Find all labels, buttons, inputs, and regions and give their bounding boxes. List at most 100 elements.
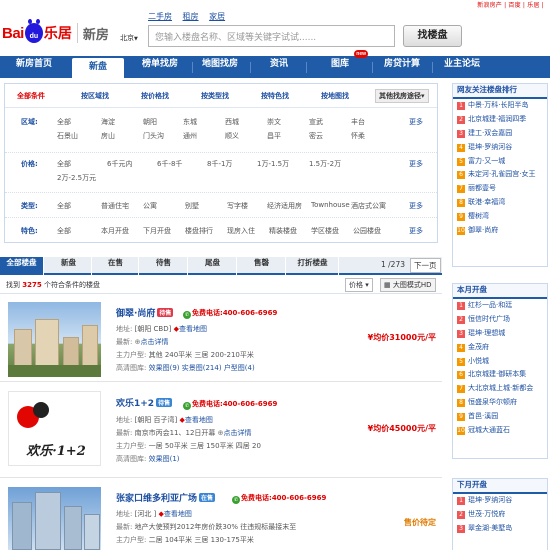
opening-link[interactable]: 北京城建·御研本集 xyxy=(468,370,526,378)
link-zufang[interactable]: 租房 xyxy=(183,12,199,21)
tab-pending[interactable]: 待售 xyxy=(140,257,188,275)
price-option[interactable]: 2万-2.5万元 xyxy=(57,173,96,183)
filter-tab-other[interactable]: 其他找房途径▾ xyxy=(375,89,429,103)
opening-item[interactable]: 7 大北京城上城·新都会 xyxy=(453,382,547,396)
listing-photo[interactable] xyxy=(8,487,101,550)
price-option[interactable]: 1万-1.5万 xyxy=(257,159,289,169)
opening-link[interactable]: 首邑·溪园 xyxy=(468,412,498,420)
nav-new-projects[interactable]: 新盘 xyxy=(72,58,124,78)
feature-option[interactable]: 全部 xyxy=(57,226,71,236)
opening-link[interactable]: 恒信时代广场 xyxy=(468,315,510,323)
type-option[interactable]: Townhouse xyxy=(311,201,350,209)
opening-link[interactable]: 红杉一品·和廷 xyxy=(468,301,512,309)
ranking-link[interactable]: 未定河·孔雀园宫·女王 xyxy=(468,170,535,178)
detail-link[interactable]: 点击详情 xyxy=(224,429,252,437)
feature-option[interactable]: 下月开盘 xyxy=(143,226,171,236)
region-option[interactable]: 通州 xyxy=(183,131,197,141)
view-map-link[interactable]: 查看地图 xyxy=(185,416,213,424)
listing-name[interactable]: 御翠·尚府 待售 xyxy=(116,306,174,319)
region-option[interactable]: 门头沟 xyxy=(143,131,164,141)
feature-option[interactable]: 本月开盘 xyxy=(101,226,129,236)
opening-link[interactable]: 翠金湖·美墅岛 xyxy=(468,524,512,532)
pics-link[interactable]: 户型图(4) xyxy=(224,364,255,372)
price-option[interactable]: 1.5万-2万 xyxy=(309,159,341,169)
type-option[interactable]: 别墅 xyxy=(185,201,199,211)
opening-item[interactable]: 9 首邑·溪园 xyxy=(453,410,547,424)
type-option[interactable]: 经济适用房 xyxy=(267,201,302,211)
region-option[interactable]: 房山 xyxy=(101,131,115,141)
search-input[interactable]: 您输入楼盘名称、区域等关键字试试...... xyxy=(148,25,395,47)
tab-new[interactable]: 新盘 xyxy=(46,257,92,275)
view-map-link[interactable]: 查看地图 xyxy=(179,325,207,333)
top-links[interactable]: 新浪房产 | 百度 | 乐居 | xyxy=(477,0,544,9)
feature-more-link[interactable]: 更多 xyxy=(409,226,423,236)
feature-option[interactable]: 公园楼盘 xyxy=(353,226,381,236)
price-option[interactable]: 全部 xyxy=(57,159,71,169)
region-option[interactable]: 石景山 xyxy=(57,131,78,141)
opening-link[interactable]: 恒盛泉华尔顿府 xyxy=(468,398,517,406)
ranking-item[interactable]: 10 御翠·尚府 xyxy=(453,224,547,238)
feature-option[interactable]: 学区楼盘 xyxy=(311,226,339,236)
tab-last-units[interactable]: 尾盘 xyxy=(189,257,237,275)
type-option[interactable]: 写字楼 xyxy=(227,201,248,211)
ranking-link[interactable]: 樱树湾 xyxy=(468,212,489,220)
region-option[interactable]: 昌平 xyxy=(267,131,281,141)
tab-on-sale[interactable]: 在售 xyxy=(93,257,139,275)
ranking-item[interactable]: 5 富力·又一城 xyxy=(453,155,547,169)
type-option[interactable]: 普通住宅 xyxy=(101,201,129,211)
region-option[interactable]: 怀柔 xyxy=(351,131,365,141)
feature-option[interactable]: 楼盘排行 xyxy=(185,226,213,236)
tab-all-projects[interactable]: 全部楼盘 xyxy=(0,257,44,275)
opening-item[interactable]: 2 恒信时代广场 xyxy=(453,313,547,327)
ranking-link[interactable]: 丽都壹号 xyxy=(468,184,496,192)
region-option[interactable]: 密云 xyxy=(309,131,323,141)
view-mode-toggle[interactable]: ▦ 大图模式HD xyxy=(380,278,436,292)
opening-item[interactable]: 4 金茂府 xyxy=(453,341,547,355)
opening-item[interactable]: 2 世茂·万悦府 xyxy=(453,508,547,522)
search-button[interactable]: 找楼盘 xyxy=(403,25,462,47)
ranking-item[interactable]: 8 联港·幸福湾 xyxy=(453,196,547,210)
pics-link[interactable]: 实景图(214) xyxy=(182,364,222,372)
nav-ranking[interactable]: 榜单找房 xyxy=(130,56,190,78)
opening-link[interactable]: 金茂府 xyxy=(468,343,489,351)
ranking-item[interactable]: 6 未定河·孔雀园宫·女王 xyxy=(453,168,547,182)
link-jiaju[interactable]: 家居 xyxy=(209,12,225,21)
baidu-leju-logo[interactable]: Bai du 乐居 新房 xyxy=(2,19,109,46)
region-option[interactable]: 西城 xyxy=(225,117,239,127)
ranking-item[interactable]: 1 中景·万科·长阳半岛 xyxy=(453,99,547,113)
opening-link[interactable]: 琨坤·罗纳河谷 xyxy=(468,496,512,504)
price-option[interactable]: 6千-8千 xyxy=(157,159,182,169)
listing-name[interactable]: 张家口维多利亚广场 在售 xyxy=(116,491,216,504)
city-selector[interactable]: 北京▼ xyxy=(120,33,138,43)
ranking-item[interactable]: 4 琨坤·罗纳河谷 xyxy=(453,141,547,155)
ranking-item[interactable]: 7 丽都壹号 xyxy=(453,182,547,196)
region-option[interactable]: 宣武 xyxy=(309,117,323,127)
detail-link[interactable]: 点击详情 xyxy=(140,338,168,346)
free-phone[interactable]: ✆ 免费电话:400-606-6969 xyxy=(183,308,277,319)
filter-tab-map[interactable]: 按地图找 xyxy=(321,91,349,101)
pics-link[interactable]: 效果图(9) xyxy=(149,364,180,372)
listing-photo[interactable]: 欢乐·1+2 xyxy=(8,391,101,466)
nav-mortgage-calc[interactable]: 房贷计算 xyxy=(374,56,430,78)
ranking-item[interactable]: 2 北京城建·福润四季 xyxy=(453,113,547,127)
link-ershoufang[interactable]: 二手房 xyxy=(148,12,172,21)
ranking-link[interactable]: 琨坤·罗纳河谷 xyxy=(468,143,512,151)
nav-map-search[interactable]: 地图找房 xyxy=(194,56,246,78)
price-sort-select[interactable]: 价格 ▾ xyxy=(345,278,373,292)
ranking-link[interactable]: 富力·又一城 xyxy=(468,157,505,165)
region-option[interactable]: 东城 xyxy=(183,117,197,127)
ranking-link[interactable]: 联港·幸福湾 xyxy=(468,198,505,206)
region-option[interactable]: 海淀 xyxy=(101,117,115,127)
ranking-item[interactable]: 3 建工·双会嘉园 xyxy=(453,127,547,141)
opening-link[interactable]: 小悦城 xyxy=(468,357,489,365)
ranking-link[interactable]: 中景·万科·长阳半岛 xyxy=(468,101,528,109)
price-more-link[interactable]: 更多 xyxy=(409,159,423,169)
opening-link[interactable]: 世茂·万悦府 xyxy=(468,510,505,518)
feature-option[interactable]: 现房入住 xyxy=(227,226,255,236)
opening-item[interactable]: 5 小悦城 xyxy=(453,355,547,369)
type-option[interactable]: 全部 xyxy=(57,201,71,211)
nav-news[interactable]: 资讯 xyxy=(254,56,304,78)
ranking-link[interactable]: 御翠·尚府 xyxy=(468,226,498,234)
free-phone[interactable]: ✆ 免费电话:400-606-6969 xyxy=(183,399,277,410)
filter-tab-type[interactable]: 按类型找 xyxy=(201,91,229,101)
